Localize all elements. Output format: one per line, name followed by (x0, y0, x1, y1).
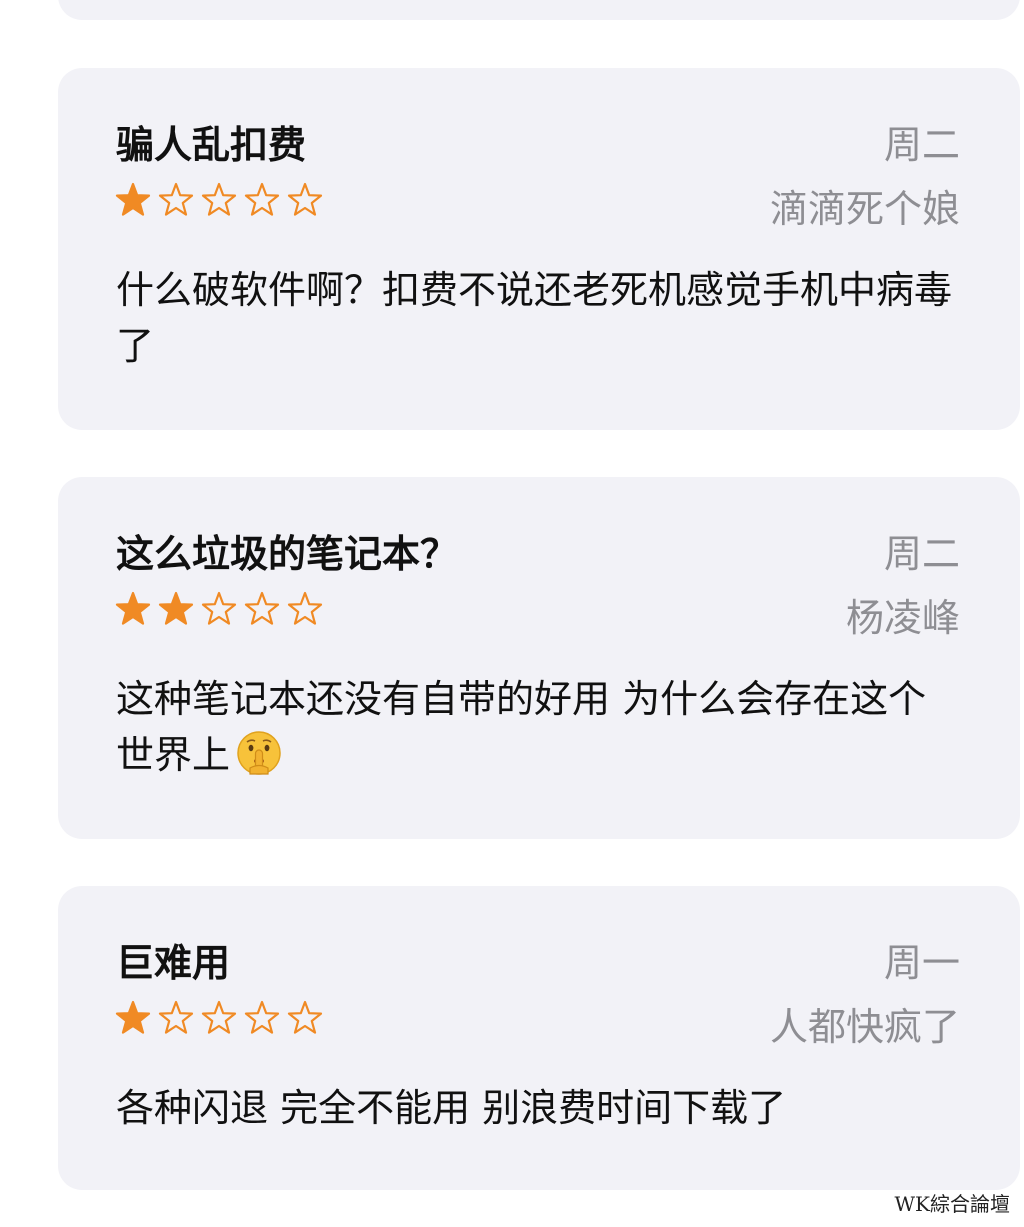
star-empty-icon (201, 182, 237, 216)
star-rating (114, 590, 324, 628)
star-empty-icon (201, 1000, 237, 1034)
review-title: 巨难用 (116, 941, 231, 985)
review-card[interactable]: 这么垃圾的笔记本？ 周二 杨凌峰 这种笔记本还没有自带的好用 为什么会存在这个世… (58, 477, 1020, 839)
star-empty-icon (158, 1000, 194, 1034)
review-card-previous (58, 0, 1020, 20)
review-title: 这么垃圾的笔记本？ (116, 532, 459, 576)
review-date: 周一 (883, 941, 960, 985)
review-card[interactable]: 骗人乱扣费 周二 滴滴死个娘 什么破软件啊？扣费不说还老死机感觉手机中病毒了 (58, 68, 1020, 430)
watermark: WK綜合論壇 (894, 1192, 1011, 1216)
review-body: 什么破软件啊？扣费不说还老死机感觉手机中病毒了 (116, 268, 953, 368)
star-filled-icon (115, 591, 151, 625)
star-empty-icon (287, 591, 323, 625)
review-title: 骗人乱扣费 (116, 123, 307, 167)
star-filled-icon (158, 591, 194, 625)
star-rating (114, 999, 324, 1037)
star-empty-icon (244, 591, 280, 625)
star-empty-icon (287, 1000, 323, 1034)
review-body: 各种闪退 完全不能用 别浪费时间下载了 (116, 1086, 787, 1130)
star-empty-icon (244, 1000, 280, 1034)
review-card[interactable]: 巨难用 周一 人都快疯了 各种闪退 完全不能用 别浪费时间下载了 (58, 886, 1020, 1190)
star-empty-icon (201, 591, 237, 625)
shushing-face-icon (237, 731, 281, 775)
star-filled-icon (115, 1000, 151, 1034)
star-empty-icon (287, 182, 323, 216)
review-date: 周二 (883, 532, 960, 576)
review-body: 这种笔记本还没有自带的好用 为什么会存在这个世界上 (116, 671, 962, 783)
review-author: 杨凌峰 (845, 596, 960, 640)
review-author: 滴滴死个娘 (769, 187, 960, 231)
review-date: 周二 (883, 123, 960, 167)
star-empty-icon (244, 182, 280, 216)
review-author: 人都快疯了 (769, 1005, 960, 1049)
star-empty-icon (158, 182, 194, 216)
star-filled-icon (115, 182, 151, 216)
star-rating (114, 181, 324, 219)
